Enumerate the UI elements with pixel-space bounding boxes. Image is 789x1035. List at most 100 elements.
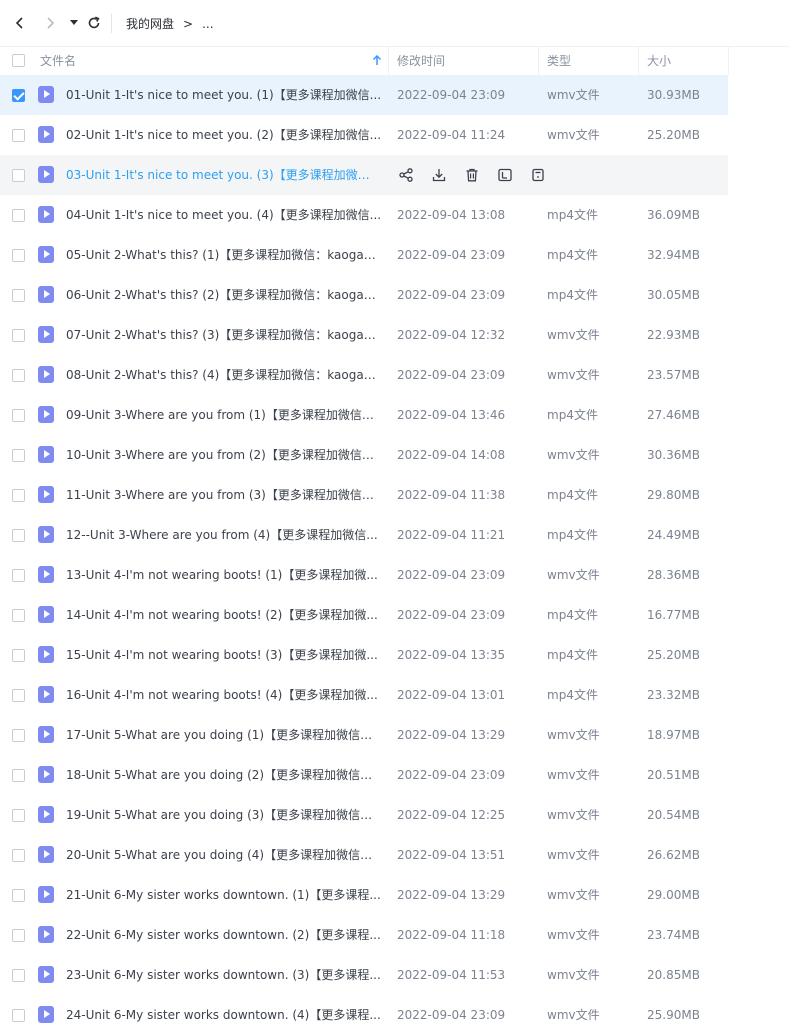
file-name[interactable]: 22-Unit 6-My sister works downtown. (2)【… (66, 915, 382, 955)
breadcrumb-more[interactable]: ... (202, 17, 213, 31)
row-checkbox[interactable] (12, 649, 25, 662)
file-row[interactable]: 13-Unit 4-I'm not wearing boots! (1)【更多课… (0, 555, 789, 595)
file-name[interactable]: 12--Unit 3-Where are you from (4)【更多课程加微… (66, 515, 382, 555)
file-row[interactable]: 03-Unit 1-It's nice to meet you. (3)【更多课… (0, 155, 789, 195)
file-name[interactable]: 05-Unit 2-What's this? (1)【更多课程加微信：kaoga… (66, 235, 382, 275)
column-header-size[interactable]: 大小 (647, 47, 671, 75)
file-name[interactable]: 01-Unit 1-It's nice to meet you. (1)【更多课… (66, 75, 382, 115)
share-icon[interactable] (397, 166, 414, 183)
file-row[interactable]: 02-Unit 1-It's nice to meet you. (2)【更多课… (0, 115, 789, 155)
file-row[interactable]: 07-Unit 2-What's this? (3)【更多课程加微信：kaoga… (0, 315, 789, 355)
row-checkbox[interactable] (12, 929, 25, 942)
file-row[interactable]: 04-Unit 1-It's nice to meet you. (4)【更多课… (0, 195, 789, 235)
file-name[interactable]: 08-Unit 2-What's this? (4)【更多课程加微信：kaoga… (66, 355, 382, 395)
row-checkbox[interactable] (12, 89, 25, 102)
file-name[interactable]: 04-Unit 1-It's nice to meet you. (4)【更多课… (66, 195, 382, 235)
breadcrumb-root[interactable]: 我的网盘 (126, 15, 174, 32)
file-row[interactable]: 09-Unit 3-Where are you from (1)【更多课程加微信… (0, 395, 789, 435)
file-name[interactable]: 19-Unit 5-What are you doing (3)【更多课程加微信… (66, 795, 382, 835)
row-checkbox[interactable] (12, 1009, 25, 1022)
row-checkbox[interactable] (12, 769, 25, 782)
row-checkbox[interactable] (12, 449, 25, 462)
column-divider[interactable] (538, 47, 539, 75)
column-divider[interactable] (728, 47, 729, 75)
row-checkbox[interactable] (12, 369, 25, 382)
back-button[interactable] (10, 13, 30, 33)
more-icon[interactable] (529, 166, 546, 183)
refresh-button[interactable] (84, 13, 104, 33)
row-checkbox[interactable] (12, 489, 25, 502)
file-name[interactable]: 17-Unit 5-What are you doing (1)【更多课程加微信… (66, 715, 382, 755)
row-checkbox[interactable] (12, 569, 25, 582)
file-type: wmv文件 (547, 448, 600, 462)
row-checkbox[interactable] (12, 889, 25, 902)
file-row[interactable]: 23-Unit 6-My sister works downtown. (3)【… (0, 955, 789, 995)
select-all-checkbox[interactable] (12, 54, 25, 67)
file-row[interactable]: 18-Unit 5-What are you doing (2)【更多课程加微信… (0, 755, 789, 795)
file-name[interactable]: 03-Unit 1-It's nice to meet you. (3)【更多课… (66, 155, 372, 195)
forward-button[interactable] (40, 13, 60, 33)
file-name[interactable]: 10-Unit 3-Where are you from (2)【更多课程加微信… (66, 435, 382, 475)
row-checkbox[interactable] (12, 609, 25, 622)
breadcrumb: 我的网盘 > ... (126, 15, 214, 32)
video-file-icon (38, 846, 54, 863)
row-checkbox[interactable] (12, 409, 25, 422)
column-header-type[interactable]: 类型 (547, 47, 571, 75)
file-row[interactable]: 10-Unit 3-Where are you from (2)【更多课程加微信… (0, 435, 789, 475)
file-size: 25.20MB (647, 648, 700, 662)
column-header-name[interactable]: 文件名 (40, 47, 76, 75)
file-row[interactable]: 11-Unit 3-Where are you from (3)【更多课程加微信… (0, 475, 789, 515)
rename-icon[interactable] (496, 166, 513, 183)
file-row[interactable]: 14-Unit 4-I'm not wearing boots! (2)【更多课… (0, 595, 789, 635)
file-name[interactable]: 02-Unit 1-It's nice to meet you. (2)【更多课… (66, 115, 382, 155)
file-row[interactable]: 20-Unit 5-What are you doing (4)【更多课程加微信… (0, 835, 789, 875)
file-row[interactable]: 12--Unit 3-Where are you from (4)【更多课程加微… (0, 515, 789, 555)
file-name[interactable]: 06-Unit 2-What's this? (2)【更多课程加微信：kaoga… (66, 275, 382, 315)
file-name[interactable]: 20-Unit 5-What are you doing (4)【更多课程加微信… (66, 835, 382, 875)
column-divider[interactable] (638, 47, 639, 75)
file-name[interactable]: 13-Unit 4-I'm not wearing boots! (1)【更多课… (66, 555, 382, 595)
download-icon[interactable] (430, 166, 447, 183)
row-checkbox[interactable] (12, 289, 25, 302)
row-checkbox[interactable] (12, 689, 25, 702)
row-checkbox[interactable] (12, 129, 25, 142)
file-row[interactable]: 21-Unit 6-My sister works downtown. (1)【… (0, 875, 789, 915)
row-checkbox[interactable] (12, 249, 25, 262)
row-checkbox[interactable] (12, 849, 25, 862)
file-row[interactable]: 16-Unit 4-I'm not wearing boots! (4)【更多课… (0, 675, 789, 715)
file-row[interactable]: 22-Unit 6-My sister works downtown. (2)【… (0, 915, 789, 955)
column-header-modified[interactable]: 修改时间 (397, 47, 445, 75)
file-row[interactable]: 19-Unit 5-What are you doing (3)【更多课程加微信… (0, 795, 789, 835)
file-size: 16.77MB (647, 608, 700, 622)
file-name[interactable]: 07-Unit 2-What's this? (3)【更多课程加微信：kaoga… (66, 315, 382, 355)
sort-ascending-icon[interactable] (372, 55, 382, 66)
row-checkbox[interactable] (12, 209, 25, 222)
file-row[interactable]: 01-Unit 1-It's nice to meet you. (1)【更多课… (0, 75, 789, 115)
file-name[interactable]: 11-Unit 3-Where are you from (3)【更多课程加微信… (66, 475, 382, 515)
row-checkbox[interactable] (12, 729, 25, 742)
row-checkbox[interactable] (12, 969, 25, 982)
file-name[interactable]: 24-Unit 6-My sister works downtown. (4)【… (66, 995, 382, 1035)
column-divider[interactable] (388, 47, 389, 75)
file-name[interactable]: 15-Unit 4-I'm not wearing boots! (3)【更多课… (66, 635, 382, 675)
file-name[interactable]: 21-Unit 6-My sister works downtown. (1)【… (66, 875, 382, 915)
file-type: wmv文件 (547, 328, 600, 342)
file-row[interactable]: 24-Unit 6-My sister works downtown. (4)【… (0, 995, 789, 1035)
file-size: 18.97MB (647, 728, 700, 742)
row-checkbox[interactable] (12, 529, 25, 542)
delete-icon[interactable] (463, 166, 480, 183)
file-row[interactable]: 17-Unit 5-What are you doing (1)【更多课程加微信… (0, 715, 789, 755)
file-name[interactable]: 18-Unit 5-What are you doing (2)【更多课程加微信… (66, 755, 382, 795)
file-row[interactable]: 06-Unit 2-What's this? (2)【更多课程加微信：kaoga… (0, 275, 789, 315)
row-checkbox[interactable] (12, 169, 25, 182)
file-name[interactable]: 23-Unit 6-My sister works downtown. (3)【… (66, 955, 382, 995)
file-row[interactable]: 05-Unit 2-What's this? (1)【更多课程加微信：kaoga… (0, 235, 789, 275)
file-name[interactable]: 16-Unit 4-I'm not wearing boots! (4)【更多课… (66, 675, 382, 715)
row-checkbox[interactable] (12, 809, 25, 822)
file-name[interactable]: 14-Unit 4-I'm not wearing boots! (2)【更多课… (66, 595, 382, 635)
row-checkbox[interactable] (12, 329, 25, 342)
file-row[interactable]: 15-Unit 4-I'm not wearing boots! (3)【更多课… (0, 635, 789, 675)
file-name[interactable]: 09-Unit 3-Where are you from (1)【更多课程加微信… (66, 395, 382, 435)
file-row[interactable]: 08-Unit 2-What's this? (4)【更多课程加微信：kaoga… (0, 355, 789, 395)
history-dropdown-button[interactable] (64, 13, 84, 33)
